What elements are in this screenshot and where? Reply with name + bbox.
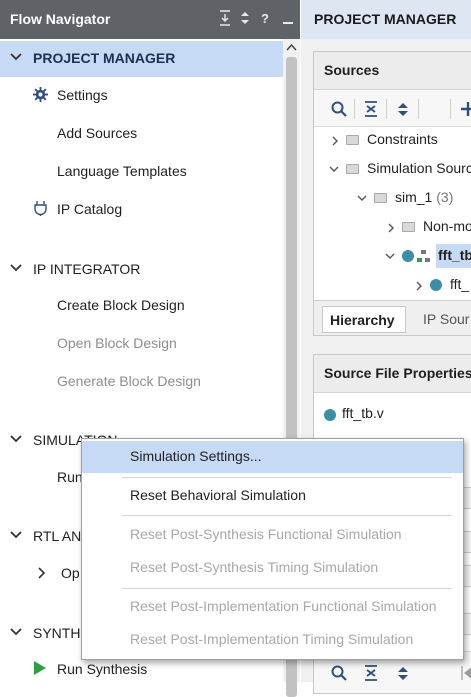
tree-item-fft[interactable]: fft_ bbox=[450, 276, 469, 292]
add-icon[interactable] bbox=[459, 100, 471, 118]
help-icon[interactable]: ? bbox=[261, 10, 269, 28]
menu-separator bbox=[122, 588, 452, 589]
properties-title-bar: Source File Properties bbox=[314, 355, 471, 393]
chevron-right-icon[interactable] bbox=[414, 280, 424, 292]
chevron-down-icon[interactable] bbox=[9, 261, 23, 275]
properties-file-name: fft_tb.v bbox=[342, 405, 384, 421]
chevron-right-icon[interactable] bbox=[386, 222, 396, 234]
chevron-down-icon[interactable] bbox=[9, 432, 23, 446]
sources-tab-bar: Hierarchy IP Sour bbox=[314, 300, 471, 335]
tree-item-fft-tb[interactable]: fft_tb bbox=[438, 247, 471, 263]
nav-item-generate-block-design: Generate Block Design bbox=[57, 373, 201, 389]
plug-icon bbox=[34, 201, 47, 216]
scroll-up-icon[interactable] bbox=[286, 42, 297, 52]
folder-icon bbox=[402, 222, 415, 232]
expand-sort-icon[interactable] bbox=[239, 10, 251, 31]
menu-item-simulation-settings[interactable]: Simulation Settings... bbox=[82, 441, 463, 473]
menu-separator bbox=[122, 477, 452, 478]
verilog-file-icon bbox=[430, 279, 442, 291]
tree-item-simulation-sources[interactable]: Simulation Source bbox=[367, 160, 471, 176]
simulation-context-menu: Simulation Settings... Reset Behavioral … bbox=[81, 438, 464, 660]
nav-item-run-simulation[interactable]: Run bbox=[57, 469, 83, 485]
folder-icon bbox=[346, 135, 359, 145]
nav-item-create-block-design[interactable]: Create Block Design bbox=[57, 297, 185, 313]
sources-title-bar: Sources bbox=[314, 52, 471, 90]
collapse-all-icon[interactable] bbox=[362, 664, 380, 682]
minimize-icon[interactable] bbox=[282, 10, 294, 31]
nav-item-ip-catalog[interactable]: IP Catalog bbox=[57, 201, 122, 217]
tree-item-sim-1[interactable]: sim_1 (3) bbox=[395, 189, 453, 205]
tab-hierarchy[interactable]: Hierarchy bbox=[322, 306, 406, 333]
section-label: RTL AN bbox=[33, 528, 82, 544]
section-label: SYNTH bbox=[33, 625, 81, 641]
gear-icon bbox=[33, 87, 48, 102]
properties-title: Source File Properties bbox=[324, 365, 471, 381]
hierarchy-icon bbox=[417, 250, 430, 262]
chevron-down-icon[interactable] bbox=[9, 50, 23, 64]
nav-item-open-elaborated-design[interactable]: Op bbox=[61, 565, 80, 581]
flow-navigator-header: Flow Navigator ? bbox=[0, 0, 300, 39]
collapse-all-icon[interactable] bbox=[219, 10, 231, 31]
collapse-all-icon[interactable] bbox=[362, 100, 380, 118]
previous-icon[interactable] bbox=[459, 664, 471, 682]
folder-icon bbox=[374, 193, 387, 203]
chevron-right-icon[interactable] bbox=[330, 135, 340, 147]
chevron-down-icon[interactable] bbox=[328, 164, 340, 174]
expand-all-icon[interactable] bbox=[394, 100, 412, 118]
tree-item-non-module-files[interactable]: Non-mo bbox=[423, 218, 471, 234]
section-project-manager[interactable]: PROJECT MANAGER bbox=[0, 41, 283, 77]
section-label: IP INTEGRATOR bbox=[33, 261, 141, 277]
menu-item-reset-post-synthesis-functional: Reset Post-Synthesis Functional Simulati… bbox=[130, 526, 402, 542]
project-manager-title: PROJECT MANAGER bbox=[314, 11, 457, 27]
search-icon[interactable] bbox=[330, 100, 348, 118]
chevron-down-icon[interactable] bbox=[9, 528, 23, 542]
play-icon bbox=[34, 661, 46, 675]
nav-item-language-templates[interactable]: Language Templates bbox=[57, 163, 187, 179]
tab-ip-sources[interactable]: IP Sour bbox=[423, 311, 469, 327]
nav-item-run-synthesis[interactable]: Run Synthesis bbox=[57, 661, 147, 677]
search-icon[interactable] bbox=[330, 664, 348, 682]
menu-item-reset-behavioral-simulation[interactable]: Reset Behavioral Simulation bbox=[82, 480, 463, 512]
nav-item-settings[interactable]: Settings bbox=[57, 87, 108, 103]
menu-separator bbox=[122, 515, 452, 516]
expand-all-icon[interactable] bbox=[394, 664, 412, 682]
chevron-right-icon[interactable] bbox=[36, 566, 46, 580]
menu-item-reset-post-implementation-timing: Reset Post-Implementation Timing Simulat… bbox=[130, 631, 414, 647]
flow-navigator-title: Flow Navigator bbox=[10, 11, 111, 27]
section-ip-integrator[interactable]: IP INTEGRATOR bbox=[0, 252, 283, 288]
folder-icon bbox=[346, 164, 359, 174]
chevron-down-icon[interactable] bbox=[384, 251, 396, 261]
nav-item-add-sources[interactable]: Add Sources bbox=[57, 125, 137, 141]
tree-item-constraints[interactable]: Constraints bbox=[367, 131, 438, 147]
menu-item-reset-post-implementation-functional: Reset Post-Implementation Functional Sim… bbox=[130, 598, 437, 614]
sources-toolbar bbox=[314, 91, 471, 127]
section-label: PROJECT MANAGER bbox=[33, 50, 176, 66]
nav-item-open-block-design: Open Block Design bbox=[57, 335, 177, 351]
menu-item-reset-post-synthesis-timing: Reset Post-Synthesis Timing Simulation bbox=[130, 559, 379, 575]
chevron-down-icon[interactable] bbox=[356, 193, 368, 203]
project-manager-header: PROJECT MANAGER bbox=[301, 0, 471, 39]
verilog-file-icon bbox=[402, 250, 414, 262]
sources-title: Sources bbox=[324, 62, 380, 78]
verilog-file-icon bbox=[324, 409, 336, 421]
sources-panel: Sources Constraints Simulation Source si… bbox=[313, 51, 471, 336]
chevron-down-icon[interactable] bbox=[9, 625, 23, 639]
